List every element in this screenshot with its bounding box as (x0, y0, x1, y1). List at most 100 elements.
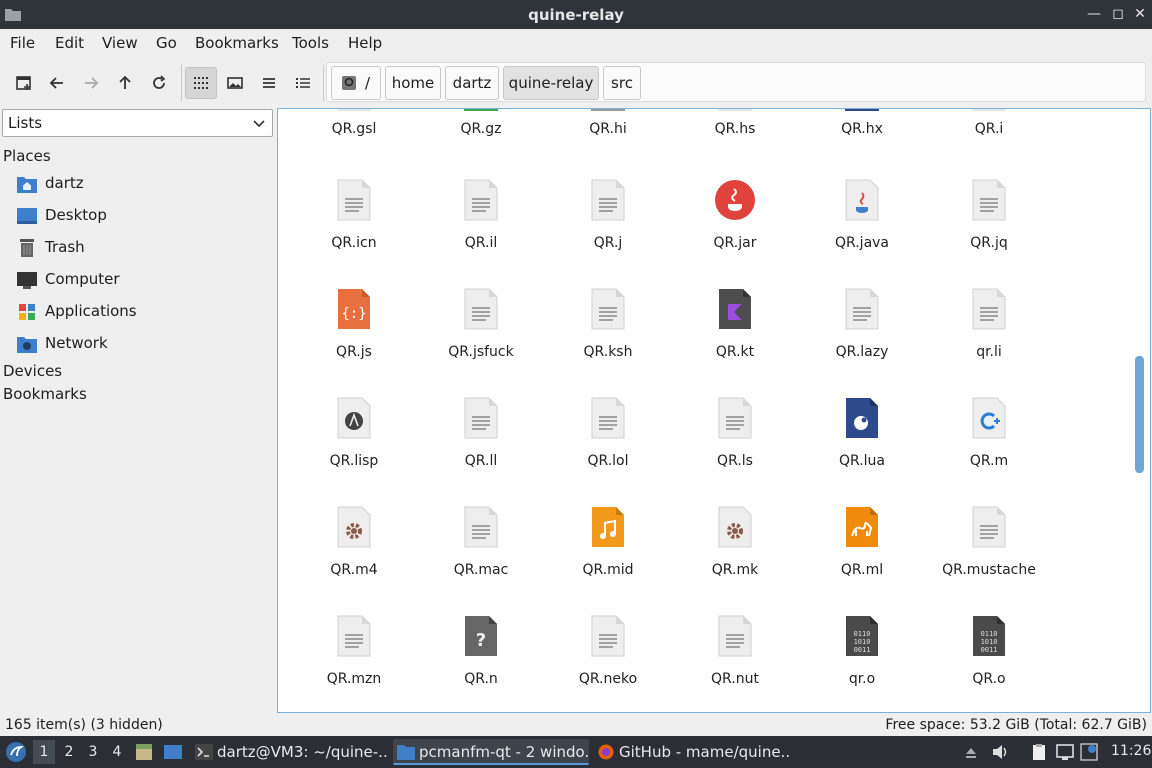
file-item[interactable]: QR.il (418, 179, 544, 279)
file-item[interactable]: QR.ll (418, 397, 544, 497)
task-firefox[interactable]: GitHub - mame/quine... (593, 739, 789, 765)
file-item[interactable]: QR.ls (672, 397, 798, 497)
workspace-3[interactable]: 3 (86, 744, 100, 760)
sidebar-item-applications[interactable]: Applications (16, 300, 271, 324)
file-item[interactable]: QR.lol (545, 397, 671, 497)
file-item[interactable]: QR.mid (545, 506, 671, 606)
file-item[interactable]: QR.neko (545, 615, 671, 712)
file-item[interactable]: QR.lazy (799, 288, 925, 388)
file-icon-view[interactable]: QR.gsl QR.gz QR.hi QR.hs QR.hx QR.i QR.icn QR.i… (277, 108, 1151, 713)
reload-button[interactable] (143, 67, 175, 99)
compact-view-button[interactable] (253, 67, 285, 99)
file-item[interactable]: QR.hs (672, 109, 798, 165)
javascript-file-icon: {:} (337, 288, 371, 330)
file-item[interactable]: QR.java (799, 179, 925, 279)
start-menu-icon[interactable] (5, 741, 27, 763)
icon-view-button[interactable] (185, 67, 217, 99)
file-item[interactable]: QR.mustache (926, 506, 1052, 606)
devices-header[interactable]: Devices (3, 362, 62, 380)
detailed-view-button[interactable] (287, 67, 319, 99)
terminal-icon (195, 744, 213, 760)
file-item[interactable]: QR.gsl (291, 109, 417, 165)
crumb-src[interactable]: src (603, 66, 641, 100)
status-bar: 165 item(s) (3 hidden) Free space: 53.2 … (0, 714, 1152, 736)
file-item[interactable]: QR.nut (672, 615, 798, 712)
workspace-4[interactable]: 4 (110, 744, 124, 760)
crumb-root[interactable]: / (331, 66, 381, 100)
file-item[interactable]: QR.jsfuck (418, 288, 544, 388)
menu-tools[interactable]: Tools (292, 34, 329, 52)
menu-view[interactable]: View (102, 34, 138, 52)
file-item[interactable]: QR.mzn (291, 615, 417, 712)
tray-arrow-icon[interactable] (962, 743, 980, 761)
file-item[interactable]: QR.lisp (291, 397, 417, 497)
task-pcmanfm[interactable]: pcmanfm-qt - 2 windo... (393, 739, 589, 765)
file-item[interactable]: QR.ml (799, 506, 925, 606)
folder-icon (397, 745, 415, 760)
workspace-1[interactable]: 1 (33, 740, 55, 764)
file-item[interactable]: QR.m (926, 397, 1052, 497)
file-item[interactable]: QR.gz (418, 109, 544, 165)
crumb-quine-relay[interactable]: quine-relay (503, 66, 599, 100)
file-manager-launcher-icon[interactable] (135, 743, 153, 761)
crumb-dartz[interactable]: dartz (445, 66, 499, 100)
file-item[interactable]: 0110 1010 0011 qr.o (799, 615, 925, 712)
show-desktop-icon[interactable] (163, 743, 183, 761)
update-notifier-icon[interactable] (1080, 743, 1098, 761)
sidebar-item-dartz[interactable]: dartz (16, 172, 271, 196)
file-item[interactable]: QR.icn (291, 179, 417, 279)
menu-bookmarks[interactable]: Bookmarks (195, 34, 279, 52)
menu-go[interactable]: Go (156, 34, 177, 52)
sidebar-item-computer[interactable]: Computer (16, 268, 271, 292)
side-pane-mode-select[interactable]: Lists (2, 109, 273, 137)
new-tab-button[interactable] (8, 67, 40, 99)
clock[interactable]: 11:26 (1111, 743, 1151, 759)
svg-text:?: ? (476, 630, 486, 651)
file-item[interactable]: QR.jar (672, 179, 798, 279)
file-item[interactable]: QR.jq (926, 179, 1052, 279)
scrollbar-thumb[interactable] (1135, 356, 1144, 473)
file-item[interactable]: QR.kt (672, 288, 798, 388)
sidebar-item-trash[interactable]: Trash (16, 236, 271, 260)
file-item[interactable]: QR.mk (672, 506, 798, 606)
menu-edit[interactable]: Edit (55, 34, 84, 52)
file-item[interactable]: QR.ksh (545, 288, 671, 388)
file-item[interactable]: QR.i (926, 109, 1052, 165)
file-item[interactable]: QR.lua (799, 397, 925, 497)
volume-icon[interactable] (991, 743, 1009, 761)
svg-text:0011: 0011 (854, 646, 871, 654)
file-name: QR.ksh (583, 344, 633, 360)
minimize-icon[interactable]: — (1084, 4, 1104, 24)
applications-icon (19, 304, 35, 320)
svg-text:0110: 0110 (981, 630, 998, 638)
file-item[interactable]: qr.li (926, 288, 1052, 388)
file-item[interactable]: QR.m4 (291, 506, 417, 606)
forward-button[interactable] (75, 67, 107, 99)
task-terminal[interactable]: dartz@VM3: ~/quine-... (191, 739, 387, 765)
network-tray-icon[interactable] (1056, 743, 1074, 761)
file-item[interactable]: QR.mac (418, 506, 544, 606)
workspace-2[interactable]: 2 (62, 744, 76, 760)
places-header[interactable]: Places (3, 147, 51, 165)
text-file-icon (337, 179, 371, 221)
menu-help[interactable]: Help (348, 34, 382, 52)
bookmarks-header[interactable]: Bookmarks (3, 385, 87, 403)
clipboard-icon[interactable] (1030, 743, 1048, 761)
file-item[interactable]: ? QR.n (418, 615, 544, 712)
text-file-icon (845, 288, 879, 330)
sidebar-item-network[interactable]: Network (16, 332, 271, 356)
menu-file[interactable]: File (10, 34, 35, 52)
close-icon[interactable]: ✕ (1130, 4, 1150, 24)
maximize-icon[interactable]: ◻ (1108, 4, 1128, 24)
thumbnail-view-button[interactable] (219, 67, 251, 99)
file-name: QR.hx (841, 121, 883, 137)
up-button[interactable] (109, 67, 141, 99)
sidebar-item-desktop[interactable]: Desktop (16, 204, 271, 228)
file-item[interactable]: 0110 1010 0011 QR.o (926, 615, 1052, 712)
back-button[interactable] (41, 67, 73, 99)
file-item[interactable]: QR.hx (799, 109, 925, 165)
file-item[interactable]: QR.hi (545, 109, 671, 165)
file-item[interactable]: {:} QR.js (291, 288, 417, 388)
file-item[interactable]: QR.j (545, 179, 671, 279)
crumb-home[interactable]: home (385, 66, 441, 100)
